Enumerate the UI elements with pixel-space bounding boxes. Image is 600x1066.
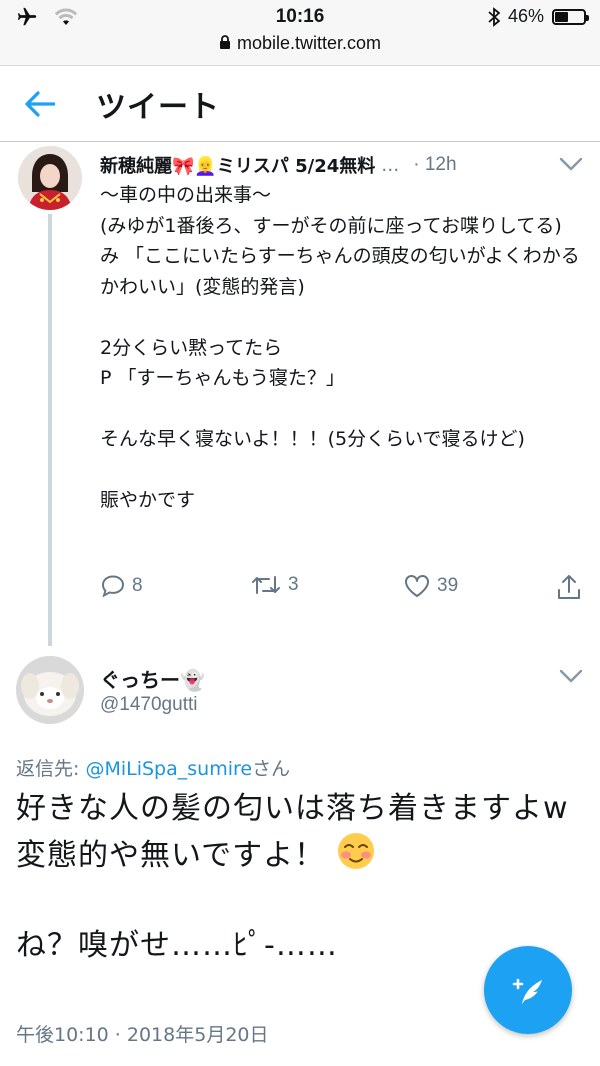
url-bar[interactable]: mobile.twitter.com [0,33,600,54]
chevron-down-icon[interactable] [558,668,584,684]
url-text: mobile.twitter.com [236,33,382,53]
reply-mention-link[interactable]: @MiLiSpa_sumire [85,758,252,780]
page-header: ツイート [0,66,600,142]
tweet-text: 好きな人の髪の匂いは落ち着きますよw 変態的や無いですよ！ ね？嗅がせ……ﾋﾟ-… [16,786,586,968]
avatar-image [16,656,84,724]
reply-suffix: さん [252,758,291,780]
name-ellipsis: … [381,154,400,176]
battery-percent: 46% [507,6,544,26]
avatar-image [18,146,82,210]
tweet-timestamp[interactable]: 午後10:10 · 2018年5月20日 [16,1020,269,1047]
tweet-line-2: 変態的や無いですよ！ [16,838,326,873]
retweet-count: 3 [288,574,299,595]
like-count: 39 [437,575,459,596]
reply-icon [101,575,125,598]
back-button[interactable] [22,86,58,122]
share-button[interactable] [556,573,582,601]
page-title: ツイート [96,90,220,125]
retweet-button[interactable]: 3 [250,573,299,597]
compose-icon [512,978,542,1004]
battery-level [555,11,568,22]
blushing-face-icon [337,833,374,869]
lock-icon [219,35,230,49]
reply-prefix: 返信先: [16,758,86,780]
avatar[interactable] [16,656,84,724]
tweet-line-3: ね？嗅がせ……ﾋﾟ-…… [16,928,338,963]
avatar[interactable] [18,146,82,210]
back-arrow-icon [25,91,55,117]
retweet-icon [252,576,280,594]
reply-context: 返信先: @MiLiSpa_sumireさん [16,754,290,781]
like-button[interactable]: 39 [403,573,458,599]
reply-button[interactable]: 8 [100,573,143,599]
bluetooth-icon [488,6,500,27]
author-name[interactable]: ぐっちー👻 [100,664,205,693]
chevron-down-icon[interactable] [558,156,584,172]
like-icon [405,575,429,597]
tweet-text: 〜車の中の出来事〜 (みゆが1番後ろ、すーがその前に座ってお喋りしてる) み 「… [100,184,580,511]
thread-line [48,214,52,646]
author-handle[interactable]: @1470gutti [100,694,197,716]
compose-button[interactable] [484,946,572,1034]
author-name[interactable]: 新穂純麗🎀👱‍♀️ミリスパ 5/24無料 [100,152,375,178]
share-icon [558,575,580,599]
tweet-time[interactable]: · 12h [413,154,456,176]
tweet-line-1: 好きな人の髪の匂いは落ち着きますよw [16,791,569,826]
status-right: 46% [488,6,589,27]
status-bar: 10:16 46% mobile.twitter.com [0,0,600,66]
battery-icon [552,8,589,25]
tweet-actions: 8 3 39 [100,573,585,605]
reply-count: 8 [132,575,143,596]
tweet-header: 新穂純麗🎀👱‍♀️ミリスパ 5/24無料 … · 12h [100,150,585,180]
